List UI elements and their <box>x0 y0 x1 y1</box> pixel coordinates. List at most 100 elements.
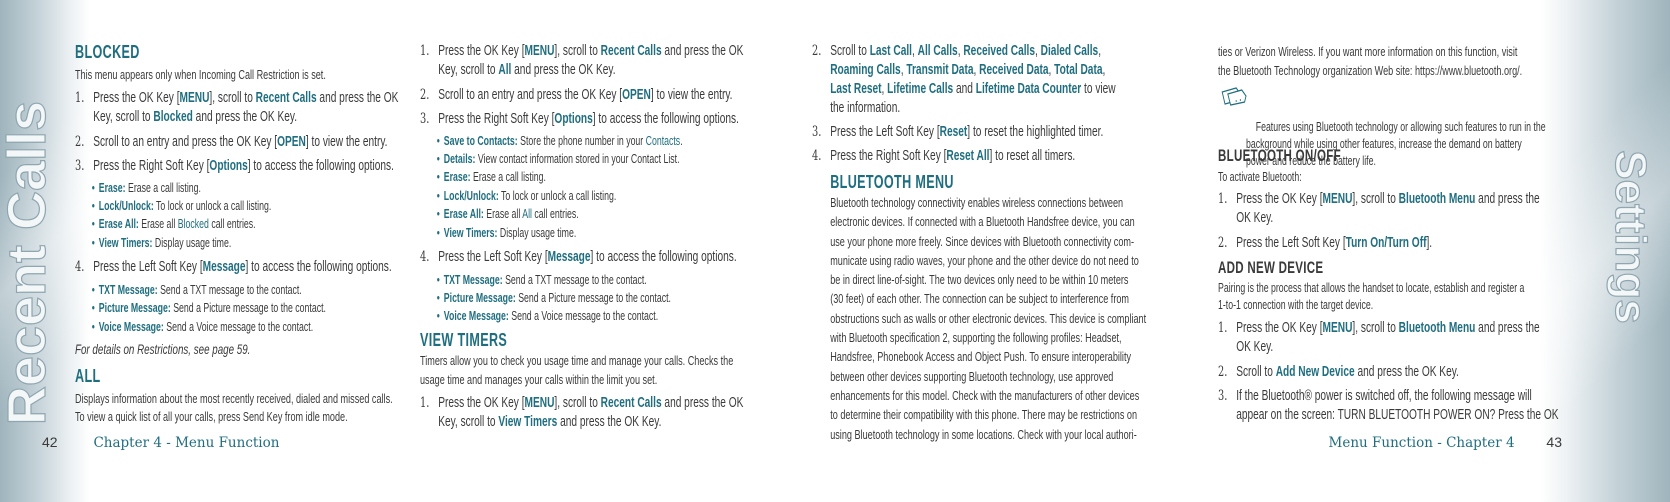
option-item: Erase: Erase a call listing. <box>75 179 201 198</box>
bluetooth-description-continued: ties or Verizon Wireless. If you want mo… <box>1218 44 1523 78</box>
step-4: 4. Press the Left Soft Key [Message] to a… <box>420 249 737 265</box>
emphasis-term: Recent Calls <box>600 395 662 411</box>
emphasis-term: Erase All: <box>443 207 484 221</box>
emphasis-term: Erase All: <box>98 217 139 231</box>
step-1: 1. Press the OK Key [MENU], scroll to Rec… <box>420 395 744 430</box>
emphasis-term: All Calls <box>917 43 958 59</box>
all-description: Displays information about the most rece… <box>75 391 393 424</box>
emphasis-term: Blocked <box>153 109 193 125</box>
emphasis-term: Options <box>209 158 248 174</box>
option-item: View Timers: Display usage time. <box>420 224 576 243</box>
emphasis-term: Total Data <box>1054 62 1103 78</box>
chapter-title: Menu Function - Chapter 4 <box>1328 435 1515 451</box>
message-option: Picture Message: Send a Picture message … <box>420 289 671 308</box>
heading-bluetooth-menu: BLUETOOTH MENU <box>830 172 954 192</box>
page-number: 43 <box>1546 434 1562 450</box>
message-option: TXT Message: Send a TXT message to the c… <box>75 281 302 300</box>
emphasis-term: Options <box>554 111 593 127</box>
emphasis-term: MENU <box>179 90 210 106</box>
emphasis-term: Lifetime Calls <box>887 81 954 97</box>
emphasis-term: Turn On/Turn Off <box>1345 235 1427 251</box>
view-timers-description: Timers allow you to check you usage time… <box>420 353 734 387</box>
emphasis-term: Received Data <box>979 62 1049 78</box>
emphasis-term: Blocked <box>177 217 209 231</box>
emphasis-term: Contacts <box>645 134 681 148</box>
emphasis-term: Bluetooth Menu <box>1398 191 1476 207</box>
option-item: Details: View contact information stored… <box>420 150 680 169</box>
step-4: 4. Press the Left Soft Key [Message] to a… <box>75 259 392 275</box>
emphasis-term: MENU <box>524 395 555 411</box>
heading-bluetooth-on-off: BLUETOOTH ON/OFF <box>1218 147 1341 165</box>
emphasis-term: MENU <box>1322 191 1353 207</box>
option-item: Lock/Unlock: To lock or unlock a call li… <box>75 197 271 216</box>
emphasis-term: TXT Message: <box>443 273 503 287</box>
footer-right: Menu Function - Chapter 4 43 <box>1329 434 1562 451</box>
message-option: Voice Message: Send a Voice message to t… <box>75 318 313 337</box>
emphasis-term: OPEN <box>277 134 306 150</box>
emphasis-term: Lock/Unlock: <box>443 189 499 203</box>
emphasis-term: Erase: <box>443 170 471 184</box>
emphasis-term: Recent Calls <box>600 43 662 59</box>
emphasis-term: Add New Device <box>1275 364 1355 380</box>
step-2: 2. Scroll to Add New Device and press the… <box>1218 364 1459 380</box>
emphasis-term: All <box>522 207 532 221</box>
option-item: Lock/Unlock: To lock or unlock a call li… <box>420 187 616 206</box>
step-3: 3. Press the Right Soft Key [Options] to … <box>420 111 739 127</box>
emphasis-term: Reset All <box>946 148 990 164</box>
message-option: TXT Message: Send a TXT message to the c… <box>420 271 647 290</box>
emphasis-term: Roaming Calls <box>830 62 901 78</box>
emphasis-term: Last Call <box>869 43 913 59</box>
emphasis-term: All <box>498 62 512 78</box>
step-3: 3. Press the Left Soft Key [Reset] to res… <box>812 124 1104 140</box>
add-new-device-description: Pairing is the process that allows the h… <box>1218 281 1525 312</box>
step-1: 1. Press the OK Key [MENU], scroll to Blu… <box>1218 191 1540 226</box>
emphasis-term: Dialed Calls <box>1040 43 1099 59</box>
section-tab-recent-calls: Recent Calls <box>0 100 58 426</box>
heading-view-timers: VIEW TIMERS <box>420 330 508 350</box>
emphasis-term: Last Reset <box>830 81 882 97</box>
emphasis-term: Message <box>202 259 246 275</box>
message-option: Picture Message: Send a Picture message … <box>75 299 326 318</box>
emphasis-term: Picture Message: <box>443 291 516 305</box>
section-tab-settings: Settings <box>1605 150 1655 325</box>
option-item: Save to Contacts: Store the phone number… <box>420 132 683 151</box>
message-option: Voice Message: Send a Voice message to t… <box>420 307 658 326</box>
step-2: 2. Press the Left Soft Key [Turn On/Turn … <box>1218 235 1433 251</box>
option-item: Erase: Erase a call listing. <box>420 168 546 187</box>
emphasis-term: Lifetime Data Counter <box>975 81 1082 97</box>
emphasis-term: Recent Calls <box>255 90 317 106</box>
chapter-title: Chapter 4 - Menu Function <box>93 435 280 451</box>
emphasis-term: View Timers <box>498 414 558 430</box>
footer-left: 42 Chapter 4 - Menu Function <box>42 434 279 451</box>
step-1: 1. Press the OK Key [MENU], scroll to Rec… <box>420 43 744 78</box>
heading-all: ALL <box>75 366 101 386</box>
emphasis-term: MENU <box>1322 320 1353 336</box>
emphasis-term: Save to Contacts: <box>443 134 518 148</box>
step-3: 3. Press the Right Soft Key [Options] to … <box>75 158 394 174</box>
option-item: Erase All: Erase all Blocked call entrie… <box>75 215 256 234</box>
emphasis-term: OPEN <box>622 87 651 103</box>
bluetooth-on-off-intro: To activate Bluetooth: <box>1218 170 1302 184</box>
restrictions-note: For details on Restrictions, see page 59… <box>75 341 251 357</box>
emphasis-term: View Timers: <box>443 226 498 240</box>
option-item: View Timers: Display usage time. <box>75 234 231 253</box>
emphasis-term: Picture Message: <box>98 301 171 315</box>
emphasis-term: Voice Message: <box>98 320 164 334</box>
step-2: 2. Scroll to an entry and press the OK Ke… <box>420 87 733 103</box>
emphasis-term: Message <box>547 249 591 265</box>
emphasis-term: Details: <box>443 152 476 166</box>
emphasis-term: Lock/Unlock: <box>98 199 154 213</box>
emphasis-term: View Timers: <box>98 236 153 250</box>
emphasis-term: MENU <box>524 43 555 59</box>
emphasis-term: TXT Message: <box>98 283 158 297</box>
emphasis-term: Erase: <box>98 181 126 195</box>
step-2: 2. Scroll to an entry and press the OK Ke… <box>75 134 388 150</box>
note-cards-icon <box>1221 87 1247 106</box>
emphasis-term: Bluetooth Menu <box>1398 320 1476 336</box>
emphasis-term: Transmit Data <box>906 62 974 78</box>
emphasis-term: Reset <box>939 124 968 140</box>
step-4: 4. Press the Right Soft Key [Reset All] t… <box>812 148 1076 164</box>
step-2: 2. Scroll to Last Call, All Calls, Receiv… <box>812 43 1116 116</box>
blocked-intro: This menu appears only when Incoming Cal… <box>75 67 326 82</box>
option-item: Erase All: Erase all All call entries. <box>420 205 579 224</box>
